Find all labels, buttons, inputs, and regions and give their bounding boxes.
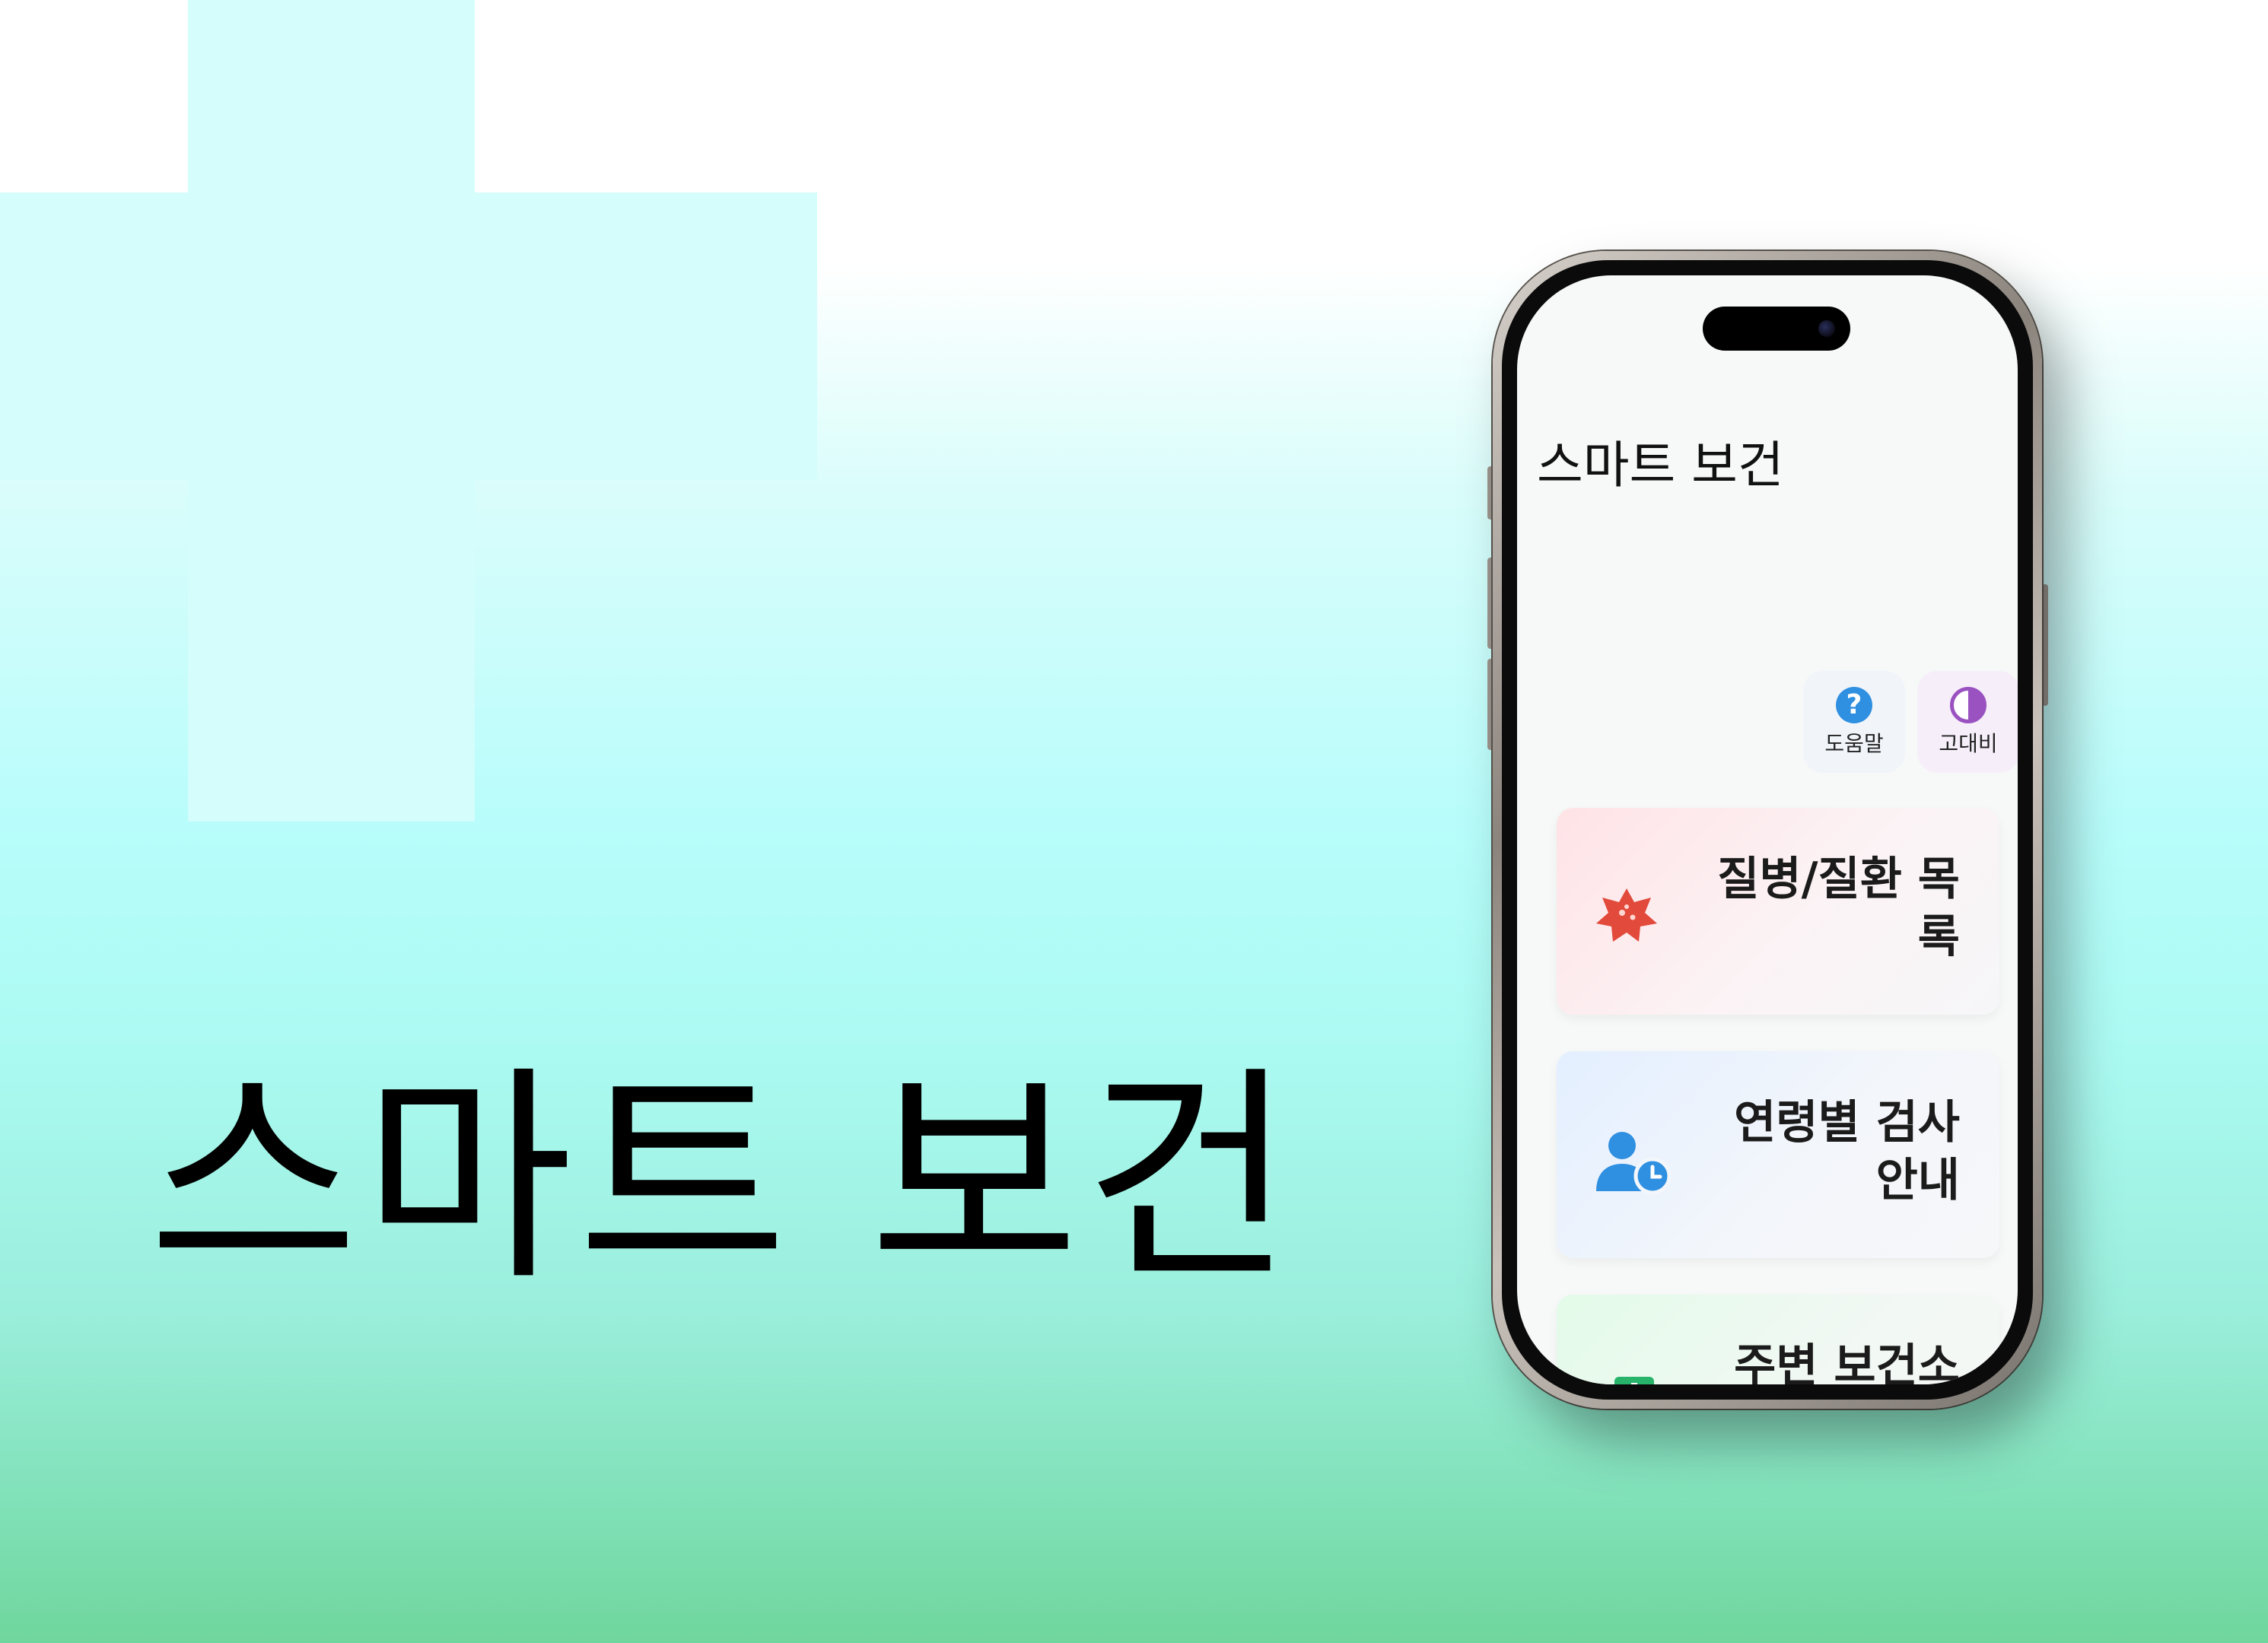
phone-power-button [2042, 584, 2048, 706]
virus-icon [1596, 888, 1657, 942]
age-exam-guide-label: 연령별 검사 안내 [1734, 1096, 1960, 1207]
high-contrast-label: 고대비 [1939, 731, 1998, 756]
app-title: 스마트 보건 [1537, 436, 1784, 494]
age-exam-guide-card[interactable]: 연령별 검사 안내 [1557, 1051, 1999, 1258]
disease-list-card[interactable]: 질병/질환 목록 [1557, 808, 1999, 1015]
hospital-icon [1614, 1377, 1654, 1384]
phone-mockup: 스마트 보건 ? 도움말 고대비 질병/질환 목록 연령별 검사 안내 주변 보… [1493, 251, 2042, 1409]
high-contrast-button[interactable]: 고대비 [1917, 671, 2018, 773]
help-button[interactable]: ? 도움말 [1803, 671, 1905, 773]
app-screen: 스마트 보건 ? 도움말 고대비 질병/질환 목록 연령별 검사 안내 주변 보… [1517, 275, 2018, 1384]
contrast-icon [1950, 687, 1986, 723]
help-label: 도움말 [1824, 731, 1884, 756]
dynamic-island [1703, 307, 1850, 351]
disease-list-label: 질병/질환 목록 [1717, 853, 1960, 964]
hero-title: 스마트 보건 [148, 1046, 1299, 1311]
nearby-health-center-label: 주변 보건소 [1734, 1340, 1960, 1384]
nearby-health-center-card[interactable]: 주변 보건소 [1557, 1295, 1999, 1384]
camera-icon [1818, 320, 1835, 337]
help-circle-icon: ? [1836, 687, 1872, 723]
background-cross-horizontal [0, 192, 817, 480]
phone-bezel: 스마트 보건 ? 도움말 고대비 질병/질환 목록 연령별 검사 안내 주변 보… [1502, 260, 2033, 1400]
user-clock-icon [1596, 1132, 1672, 1195]
